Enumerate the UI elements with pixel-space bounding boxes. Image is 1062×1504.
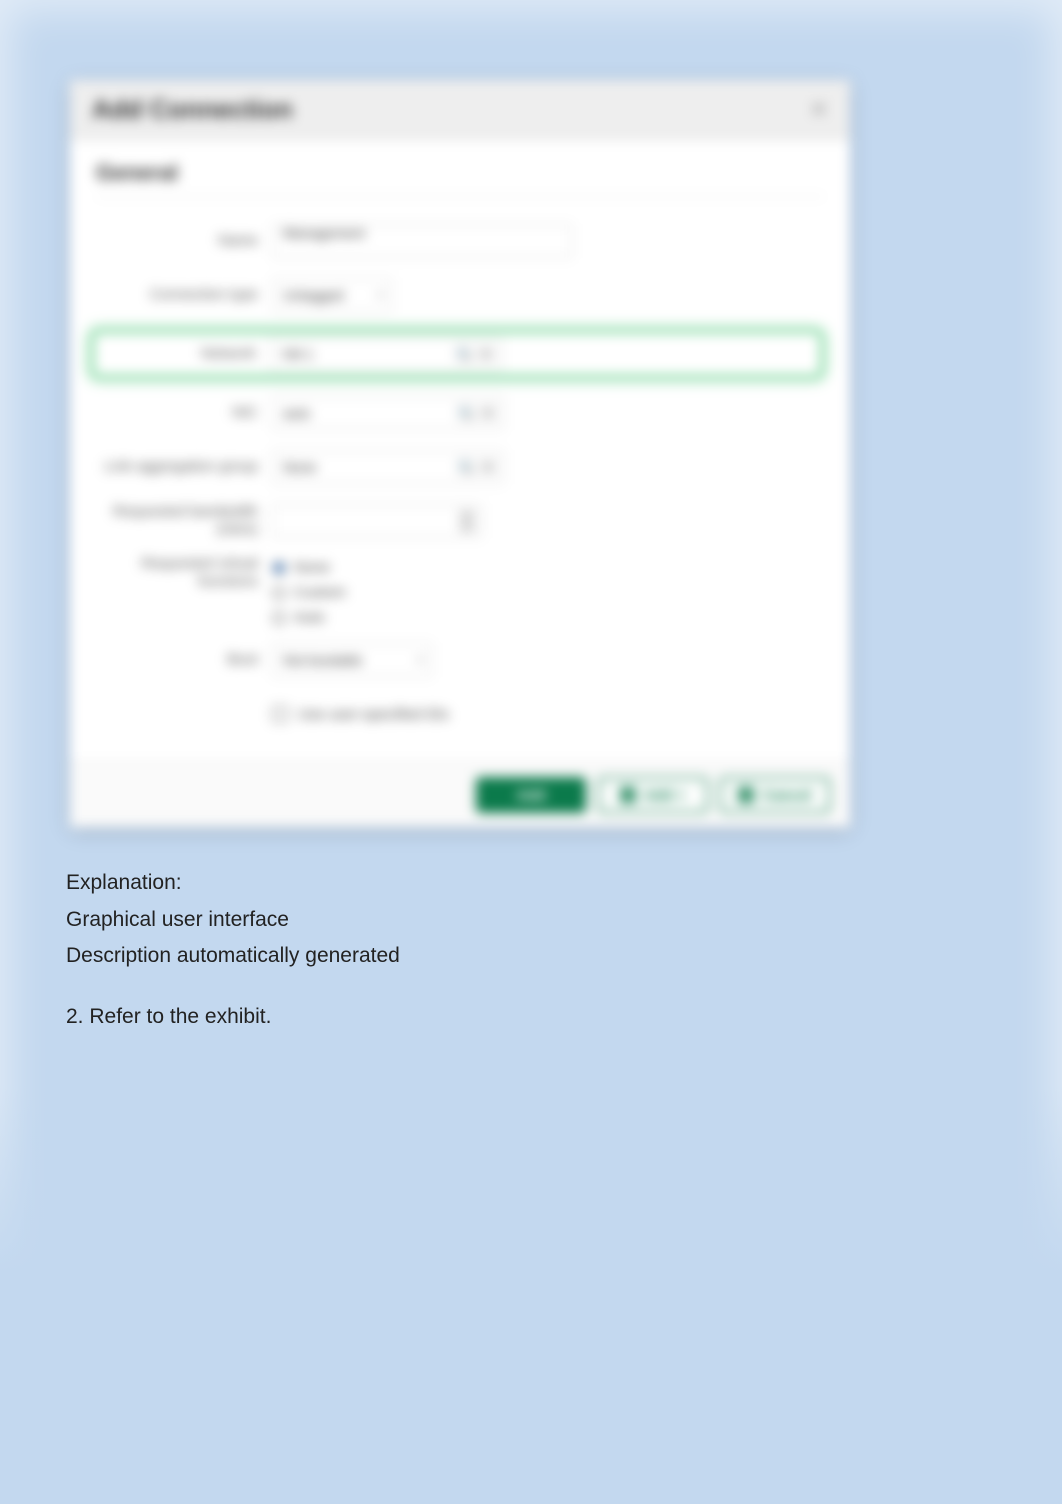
virtual-functions-radios: None Custom Auto: [272, 555, 346, 626]
network-combo[interactable]: VM 1 🔍 ✕: [270, 337, 502, 371]
boot-value: Not bootable: [283, 652, 362, 668]
add-connection-dialog: Add Connection ✕ General Name Management…: [70, 80, 850, 827]
boot-label: Boot: [96, 651, 272, 669]
bandwidth-input[interactable]: ▴ ▾: [272, 504, 482, 538]
clear-icon[interactable]: ✕: [479, 458, 497, 476]
radio-icon: [272, 561, 286, 575]
radio-none[interactable]: None: [272, 559, 346, 576]
section-title: General: [96, 160, 824, 197]
spinner-up-icon[interactable]: ▴: [459, 510, 475, 520]
explanation-title: Explanation:: [66, 867, 1002, 900]
explanation-line: Graphical user interface: [66, 904, 1002, 937]
spinner-down-icon[interactable]: ▾: [459, 522, 475, 532]
dialog-title: Add Connection: [92, 94, 293, 125]
dialog-footer: Add Add + Cancel: [70, 762, 850, 827]
boot-select[interactable]: Not bootable ▾: [272, 643, 432, 677]
network-value: VM 1: [281, 346, 314, 362]
button-label: Add: [516, 787, 545, 804]
clear-icon[interactable]: ✕: [479, 404, 497, 422]
row-connection-type: Connection type Untagged ▾: [96, 275, 824, 315]
cancel-button[interactable]: Cancel: [720, 777, 830, 813]
row-boot: Boot Not bootable ▾: [96, 640, 824, 680]
chevron-down-icon: ▾: [377, 289, 383, 302]
add-button[interactable]: Add: [476, 777, 586, 813]
explanation-line: Description automatically generated: [66, 940, 1002, 973]
checkbox-icon: [272, 706, 288, 722]
radio-custom[interactable]: Custom: [272, 584, 346, 601]
cancel-icon: [738, 787, 754, 803]
connection-type-label: Connection type: [96, 286, 272, 304]
radio-label: Custom: [294, 584, 346, 601]
dialog-header: Add Connection ✕: [70, 80, 850, 140]
clear-icon[interactable]: ✕: [477, 345, 495, 363]
dialog-body: General Name Management Connection type …: [70, 140, 850, 762]
search-icon[interactable]: 🔍: [455, 345, 473, 363]
nic-value: auto: [283, 405, 310, 421]
link-aggregation-label: Link aggregation group: [96, 458, 272, 476]
radio-label: None: [294, 559, 330, 576]
row-user-ids: Use user-specified IDs: [96, 694, 824, 734]
row-virtual-functions: Requested virtual functions None Custom …: [96, 555, 824, 626]
button-label: Cancel: [762, 787, 811, 804]
radio-label: Auto: [294, 609, 325, 626]
add-again-button[interactable]: Add +: [598, 777, 708, 813]
search-icon[interactable]: 🔍: [457, 404, 475, 422]
bandwidth-label: Requested bandwidth (Gb/s): [96, 503, 272, 539]
close-icon[interactable]: ✕: [810, 99, 828, 121]
chevron-down-icon: ▾: [417, 654, 423, 667]
radio-icon: [272, 586, 286, 600]
link-aggregation-combo[interactable]: None 🔍 ✕: [272, 450, 504, 484]
checkbox-label: Use user-specified IDs: [298, 706, 449, 723]
radio-auto[interactable]: Auto: [272, 609, 346, 626]
virtual-functions-label: Requested virtual functions: [96, 555, 272, 591]
question-2: 2. Refer to the exhibit.: [66, 1001, 1002, 1034]
radio-icon: [272, 611, 286, 625]
button-label: Add +: [644, 787, 686, 804]
search-icon[interactable]: 🔍: [457, 458, 475, 476]
user-ids-checkbox[interactable]: Use user-specified IDs: [272, 706, 449, 723]
row-nic: NIC auto 🔍 ✕: [96, 393, 824, 433]
row-name: Name Management: [96, 221, 824, 261]
explanation-block: Explanation: Graphical user interface De…: [66, 867, 1002, 1033]
name-input[interactable]: Management: [272, 224, 572, 258]
row-bandwidth: Requested bandwidth (Gb/s) ▴ ▾: [96, 501, 824, 541]
connection-type-value: Untagged: [283, 287, 344, 303]
row-network: Network VM 1 🔍 ✕: [90, 329, 824, 379]
connection-type-select[interactable]: Untagged ▾: [272, 278, 392, 312]
name-label: Name: [96, 232, 272, 250]
row-link-aggregation: Link aggregation group None 🔍 ✕: [96, 447, 824, 487]
fade-overlay: [0, 1084, 1062, 1504]
nic-combo[interactable]: auto 🔍 ✕: [272, 396, 504, 430]
nic-label: NIC: [96, 404, 272, 422]
network-label: Network: [94, 345, 270, 363]
plus-icon: [620, 787, 636, 803]
link-aggregation-value: None: [283, 459, 316, 475]
